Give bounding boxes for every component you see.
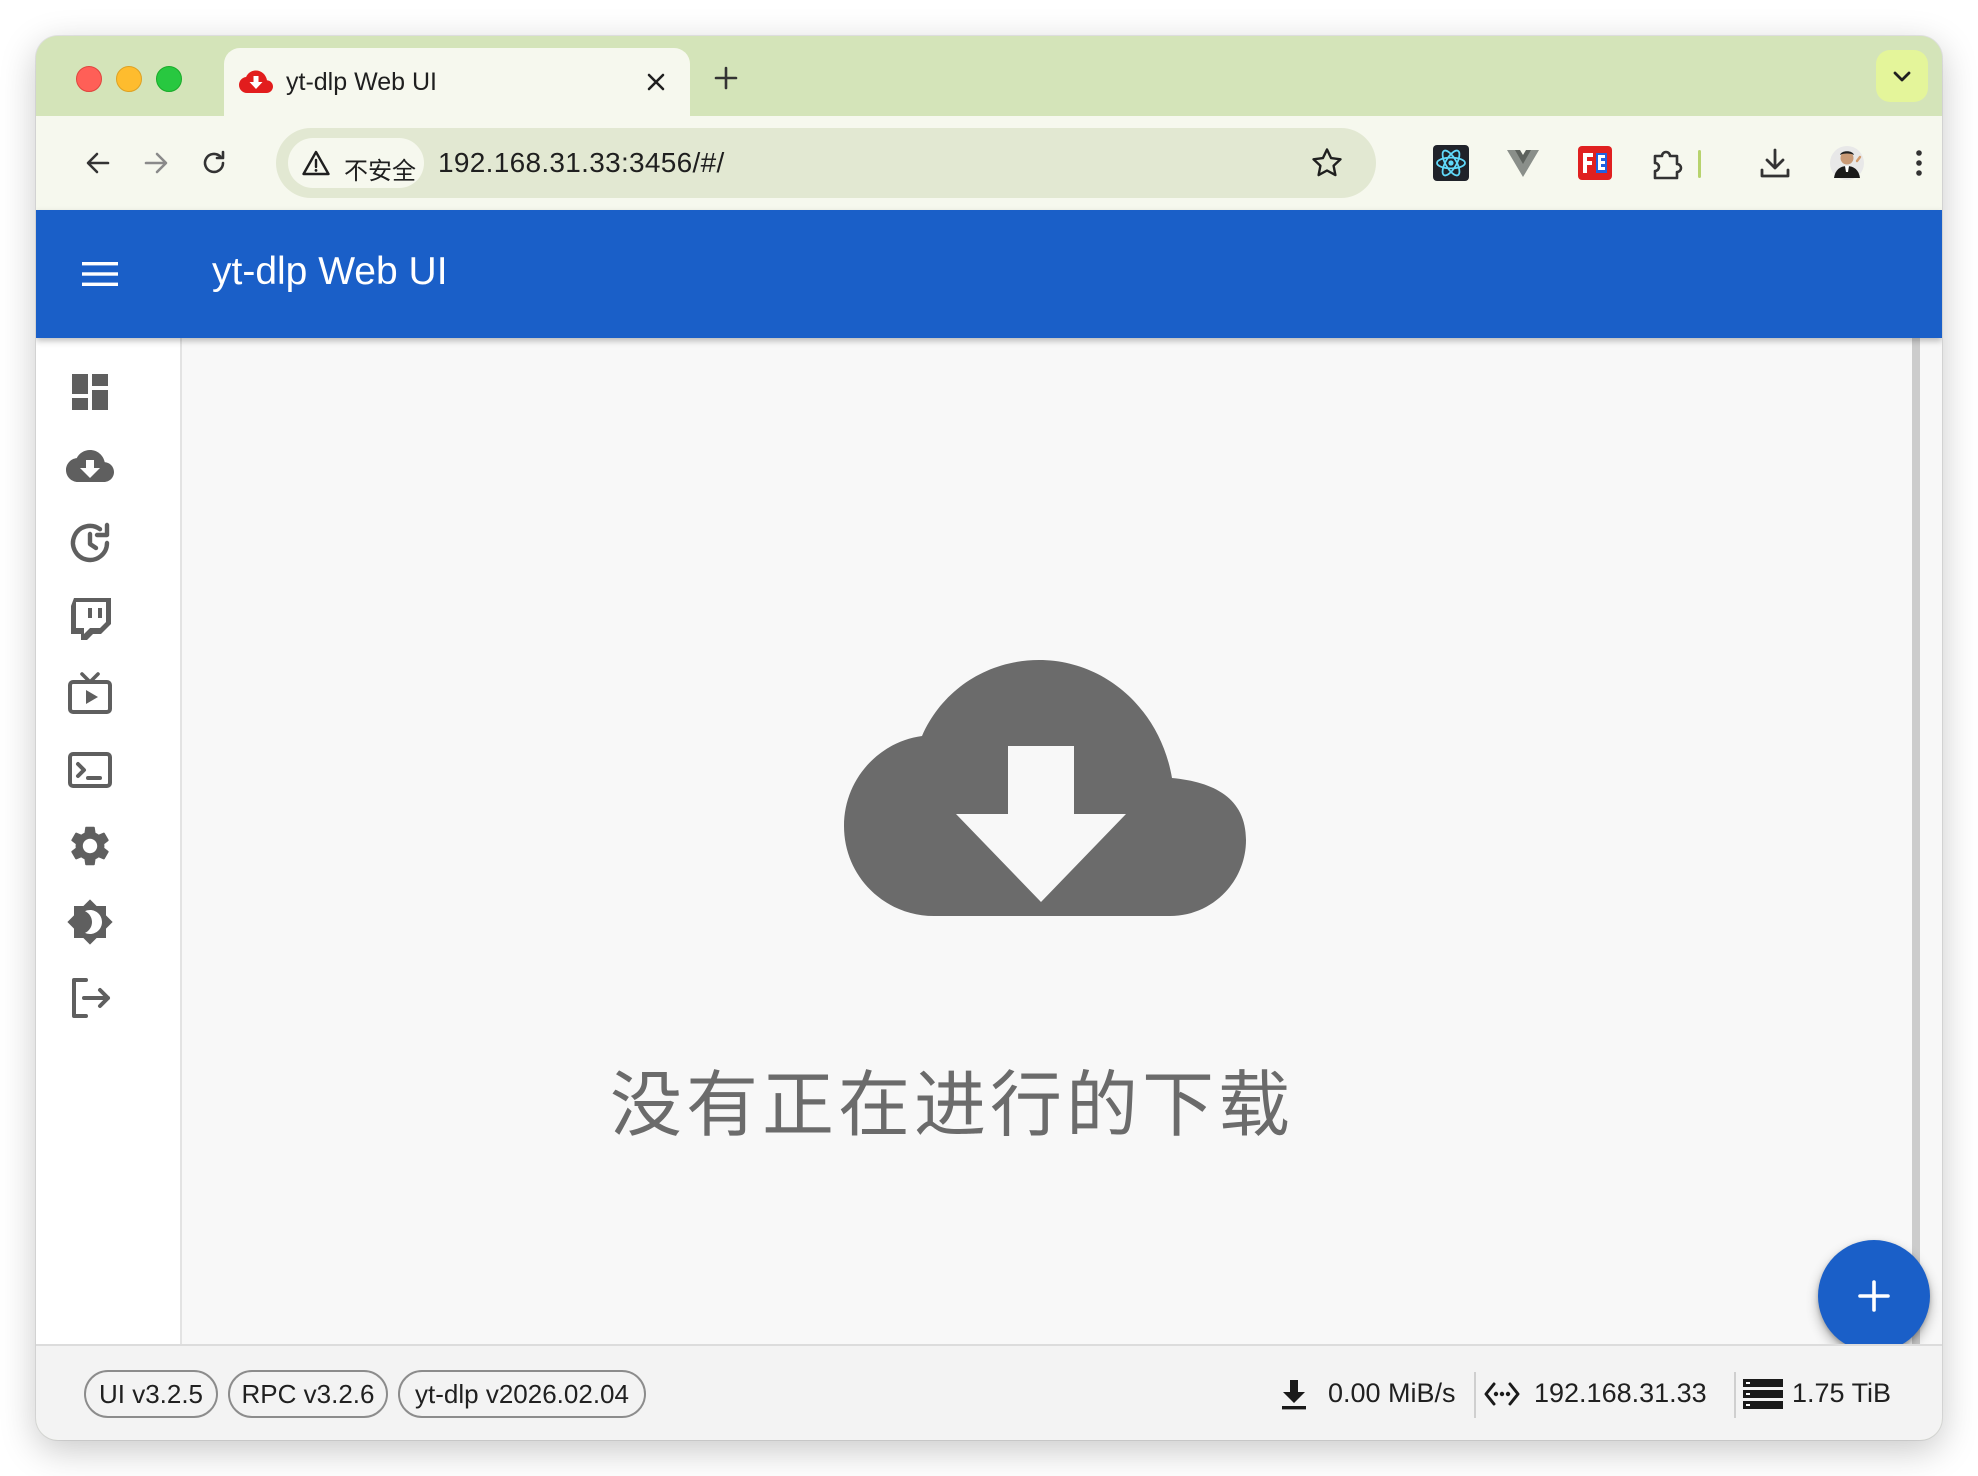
settings-icon[interactable] (66, 822, 114, 870)
close-tab-icon[interactable] (642, 68, 670, 96)
status-footer: UI v3.2.5 RPC v3.2.6 yt-dlp v2026.02.04 … (36, 1344, 1942, 1440)
storage-icon (1743, 1379, 1783, 1409)
browser-window: yt-dlp Web UI 不安全 192.168.31.33:3456/#/ … (36, 36, 1942, 1440)
chevron-down-icon (1893, 71, 1911, 82)
close-window-button[interactable] (76, 66, 102, 92)
tab-strip: yt-dlp Web UI (36, 36, 1942, 116)
forward-arrow-icon[interactable] (140, 147, 172, 179)
tab-search-button[interactable] (1876, 50, 1928, 102)
new-tab-icon[interactable] (710, 62, 742, 94)
main-content: 没有正在进行的下载 (182, 338, 1942, 1352)
empty-state-message: 没有正在进行的下载 (609, 1063, 1294, 1147)
toolbar-divider (1698, 150, 1701, 178)
tv-play-icon[interactable] (66, 670, 114, 718)
twitch-icon[interactable] (66, 594, 114, 642)
cloud-download-icon (239, 70, 273, 93)
plus-icon (1858, 1280, 1890, 1312)
hamburger-menu-icon[interactable] (80, 258, 120, 290)
logout-icon[interactable] (66, 974, 114, 1022)
bookmark-star-icon[interactable] (1310, 146, 1344, 180)
ui-version-badge: UI v3.2.5 (84, 1370, 218, 1418)
browser-tab[interactable]: yt-dlp Web UI (224, 48, 690, 116)
footer-divider (1734, 1372, 1736, 1418)
free-space-value: 1.75 TiB (1792, 1378, 1892, 1408)
minimize-window-button[interactable] (116, 66, 142, 92)
download-speed-value: 0.00 MiB/s (1328, 1378, 1456, 1408)
download-speed-icon (1282, 1380, 1306, 1410)
theme-toggle-icon[interactable] (66, 898, 114, 946)
dashboard-icon[interactable] (66, 368, 114, 416)
warning-icon (302, 150, 330, 176)
vue-devtools-icon[interactable] (1504, 144, 1542, 182)
terminal-icon[interactable] (66, 746, 114, 794)
footer-divider (1474, 1372, 1476, 1418)
security-chip-label: 不安全 (344, 158, 416, 185)
more-vertical-icon[interactable] (1900, 144, 1938, 182)
zoom-window-button[interactable] (156, 66, 182, 92)
history-icon[interactable] (66, 518, 114, 566)
security-chip[interactable]: 不安全 (288, 138, 424, 188)
fehelper-icon[interactable] (1576, 144, 1614, 182)
cloud-download-icon (844, 660, 1246, 916)
add-download-button[interactable] (1818, 1240, 1930, 1352)
app-title: yt-dlp Web UI (212, 250, 448, 293)
address-bar[interactable]: 不安全 192.168.31.33:3456/#/ (276, 128, 1376, 198)
rpc-version-badge: RPC v3.2.6 (228, 1370, 388, 1418)
cloud-download-icon[interactable] (66, 442, 114, 490)
back-arrow-icon[interactable] (82, 147, 114, 179)
server-address-value: 192.168.31.33 (1534, 1378, 1707, 1408)
profile-avatar[interactable] (1828, 144, 1866, 182)
react-devtools-icon[interactable] (1432, 144, 1470, 182)
url-text[interactable]: 192.168.31.33:3456/#/ (438, 147, 725, 179)
browser-toolbar: 不安全 192.168.31.33:3456/#/ (36, 116, 1942, 210)
app-bar: yt-dlp Web UI (36, 210, 1942, 338)
sidebar (36, 338, 182, 1344)
ytdlp-version-badge: yt-dlp v2026.02.04 (398, 1370, 646, 1418)
network-address-icon (1484, 1382, 1520, 1406)
reload-icon[interactable] (198, 147, 230, 179)
extensions-puzzle-icon[interactable] (1648, 144, 1686, 182)
tab-title: yt-dlp Web UI (286, 68, 437, 96)
scrollbar[interactable] (1912, 338, 1920, 1344)
downloads-icon[interactable] (1756, 144, 1794, 182)
